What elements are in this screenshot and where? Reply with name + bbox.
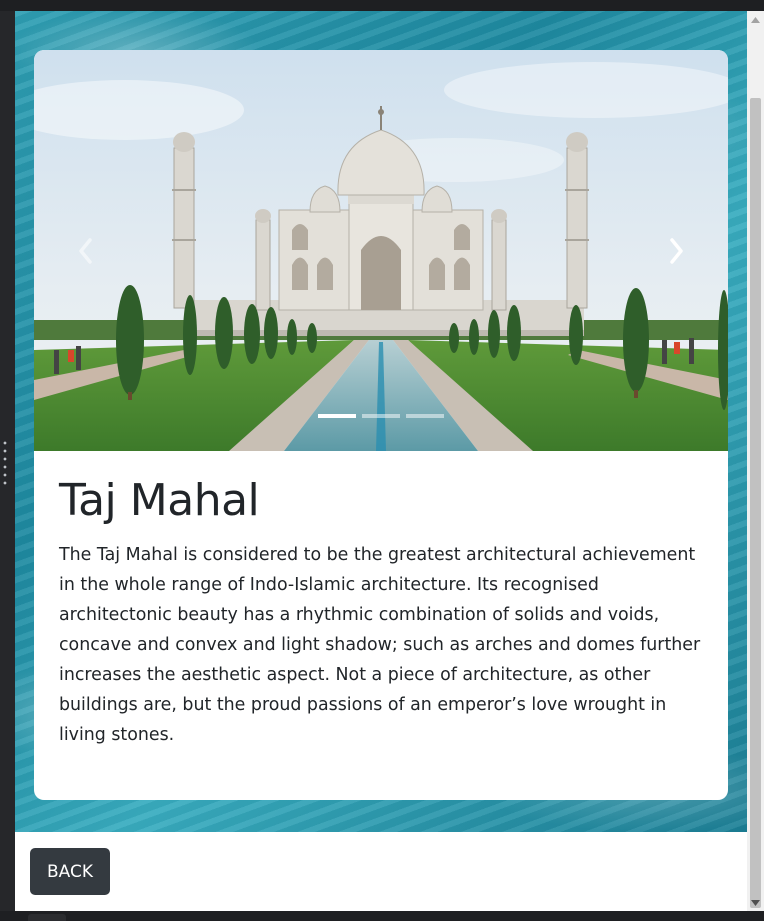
- carousel-prev-button[interactable]: [66, 233, 106, 269]
- left-panel-edge: [0, 11, 15, 911]
- carousel-indicator-3[interactable]: [406, 414, 444, 418]
- scrollbar-thumb[interactable]: [750, 98, 761, 908]
- card-title: Taj Mahal: [59, 475, 260, 526]
- drag-handle-icon[interactable]: [3, 439, 7, 487]
- carousel-next-button[interactable]: [656, 233, 696, 269]
- back-button[interactable]: BACK: [30, 848, 110, 895]
- window-top-strip: [0, 0, 764, 11]
- scroll-down-arrow-icon[interactable]: [747, 894, 764, 911]
- carousel-indicators: [34, 414, 728, 418]
- chevron-left-icon: [79, 238, 92, 264]
- carousel-indicator-2[interactable]: [362, 414, 400, 418]
- window-bottom-strip: [0, 911, 764, 921]
- page-viewport: Taj Mahal The Taj Mahal is considered to…: [15, 11, 747, 911]
- scroll-up-arrow-icon[interactable]: [747, 11, 764, 28]
- carousel-indicator-1[interactable]: [318, 414, 356, 418]
- image-carousel: [34, 50, 728, 451]
- card-body: Taj Mahal The Taj Mahal is considered to…: [59, 475, 709, 750]
- taj-mahal-image: [34, 50, 728, 451]
- chevron-right-icon: [670, 238, 683, 264]
- bottom-tab[interactable]: [28, 914, 66, 921]
- card-description: The Taj Mahal is considered to be the gr…: [59, 544, 701, 745]
- vertical-scrollbar[interactable]: [747, 11, 764, 911]
- place-card: Taj Mahal The Taj Mahal is considered to…: [34, 50, 728, 800]
